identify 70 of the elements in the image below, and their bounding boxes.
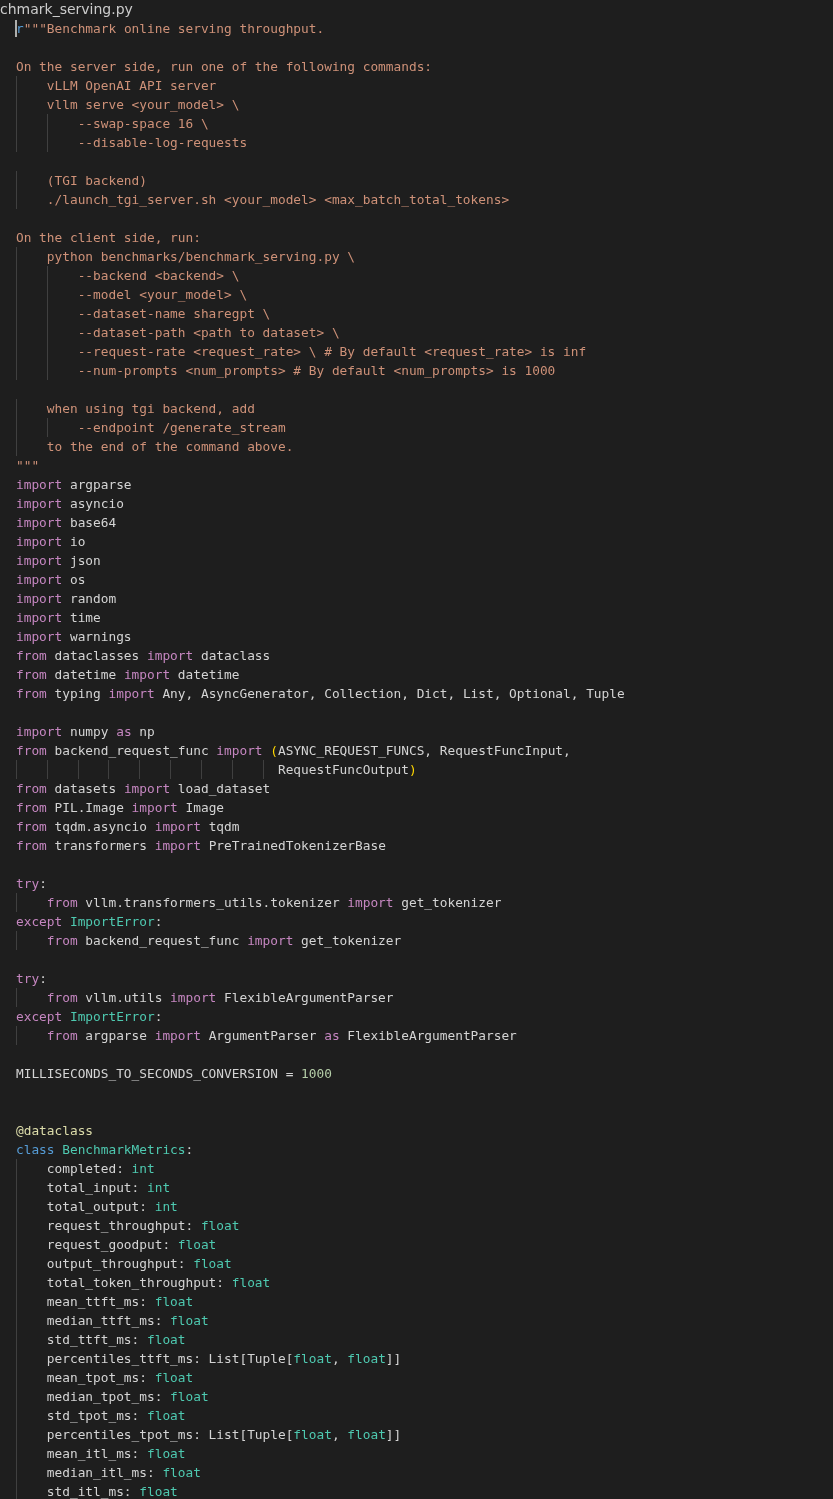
code-line: --swap-space 16 \	[76, 115, 209, 133]
code-line: import warnings	[16, 628, 132, 646]
code-line: request_throughput: float	[45, 1217, 240, 1235]
code-line: std_ttft_ms: float	[45, 1331, 186, 1349]
code-line: --model <your_model> \	[76, 286, 248, 304]
code-line: import argparse	[16, 476, 132, 494]
code-line: percentiles_tpot_ms: List[Tuple[float, float]]	[45, 1426, 402, 1444]
code-line: from datasets import load_dataset	[16, 780, 271, 798]
code-line: import json	[16, 552, 101, 570]
code-line: median_itl_ms: float	[45, 1464, 201, 1482]
code-line: std_itl_ms: float	[45, 1483, 178, 1499]
code-line: to the end of the command above.	[45, 438, 294, 456]
code-line: mean_tpot_ms: float	[45, 1369, 194, 1387]
code-line: import io	[16, 533, 86, 551]
code-line: from backend_request_func import (ASYNC_REQUEST_FUNCS, RequestFuncInput,	[16, 742, 571, 760]
code-line: import base64	[16, 514, 117, 532]
code-line: except ImportError:	[16, 1008, 163, 1026]
code-line: std_tpot_ms: float	[45, 1407, 186, 1425]
code-line: MILLISECONDS_TO_SECONDS_CONVERSION = 1000	[16, 1065, 332, 1083]
code-line: from PIL.Image import Image	[16, 799, 225, 817]
code-line: --dataset-path <path to dataset> \	[76, 324, 340, 342]
code-line: class BenchmarkMetrics:	[16, 1141, 194, 1159]
code-line: import random	[16, 590, 117, 608]
text-cursor	[15, 20, 17, 37]
code-line: """	[16, 457, 40, 475]
code-line: from datetime import datetime	[16, 666, 240, 684]
code-line: r"""Benchmark online serving throughput.	[16, 20, 325, 38]
code-line: (TGI backend)	[45, 172, 147, 190]
code-line: import time	[16, 609, 101, 627]
code-line: On the server side, run one of the following commands:	[16, 58, 433, 76]
code-line: --dataset-name sharegpt \	[76, 305, 271, 323]
code-line: median_ttft_ms: float	[45, 1312, 209, 1330]
code-line: total_token_throughput: float	[45, 1274, 271, 1292]
code-line: output_throughput: float	[45, 1255, 232, 1273]
code-line: import asyncio	[16, 495, 124, 513]
code-line: from typing import Any, AsyncGenerator, Collection, Dict, List, Optional, Tuple	[16, 685, 625, 703]
code-line: completed: int	[45, 1160, 155, 1178]
code-line: except ImportError:	[16, 913, 163, 931]
code-line: vLLM OpenAI API server	[45, 77, 217, 95]
tab-title[interactable]: chmark_serving.py	[0, 0, 133, 19]
code-line: median_tpot_ms: float	[45, 1388, 209, 1406]
code-line: On the client side, run:	[16, 229, 201, 247]
code-line: from backend_request_func import get_tokenizer	[45, 932, 402, 950]
code-line: percentiles_ttft_ms: List[Tuple[float, float]]	[45, 1350, 402, 1368]
code-line: total_input: int	[45, 1179, 171, 1197]
code-line: try:	[16, 875, 47, 893]
code-line: from vllm.transformers_utils.tokenizer import get_tokenizer	[45, 894, 502, 912]
code-line: from tqdm.asyncio import tqdm	[16, 818, 240, 836]
code-line: import numpy as np	[16, 723, 155, 741]
code-line: when using tgi backend, add	[45, 400, 255, 418]
code-line: mean_itl_ms: float	[45, 1445, 186, 1463]
code-line: request_goodput: float	[45, 1236, 217, 1254]
code-line: mean_ttft_ms: float	[45, 1293, 194, 1311]
code-line: vllm serve <your_model> \	[45, 96, 240, 114]
code-line: RequestFuncOutput)	[276, 761, 417, 779]
code-line: import os	[16, 571, 86, 589]
code-line: from vllm.utils import FlexibleArgumentParser	[45, 989, 394, 1007]
code-line: ./launch_tgi_server.sh <your_model> <max_batch_total_tokens>	[45, 191, 510, 209]
code-line: @dataclass	[16, 1122, 94, 1140]
code-line: total_output: int	[45, 1198, 178, 1216]
code-line: try:	[16, 970, 47, 988]
code-line: from dataclasses import dataclass	[16, 647, 271, 665]
code-line: --backend <backend> \	[76, 267, 240, 285]
code-line: --request-rate <request_rate> \ # By default <request_rate> is inf	[76, 343, 587, 361]
code-line: from transformers import PreTrainedTokenizerBase	[16, 837, 386, 855]
code-line: from argparse import ArgumentParser as FlexibleArgumentParser	[45, 1027, 517, 1045]
code-line: --disable-log-requests	[76, 134, 248, 152]
code-line: python benchmarks/benchmark_serving.py \	[45, 248, 355, 266]
code-line: --endpoint /generate_stream	[76, 419, 286, 437]
code-line: --num-prompts <num_prompts> # By default <num_prompts> is 1000	[76, 362, 556, 380]
